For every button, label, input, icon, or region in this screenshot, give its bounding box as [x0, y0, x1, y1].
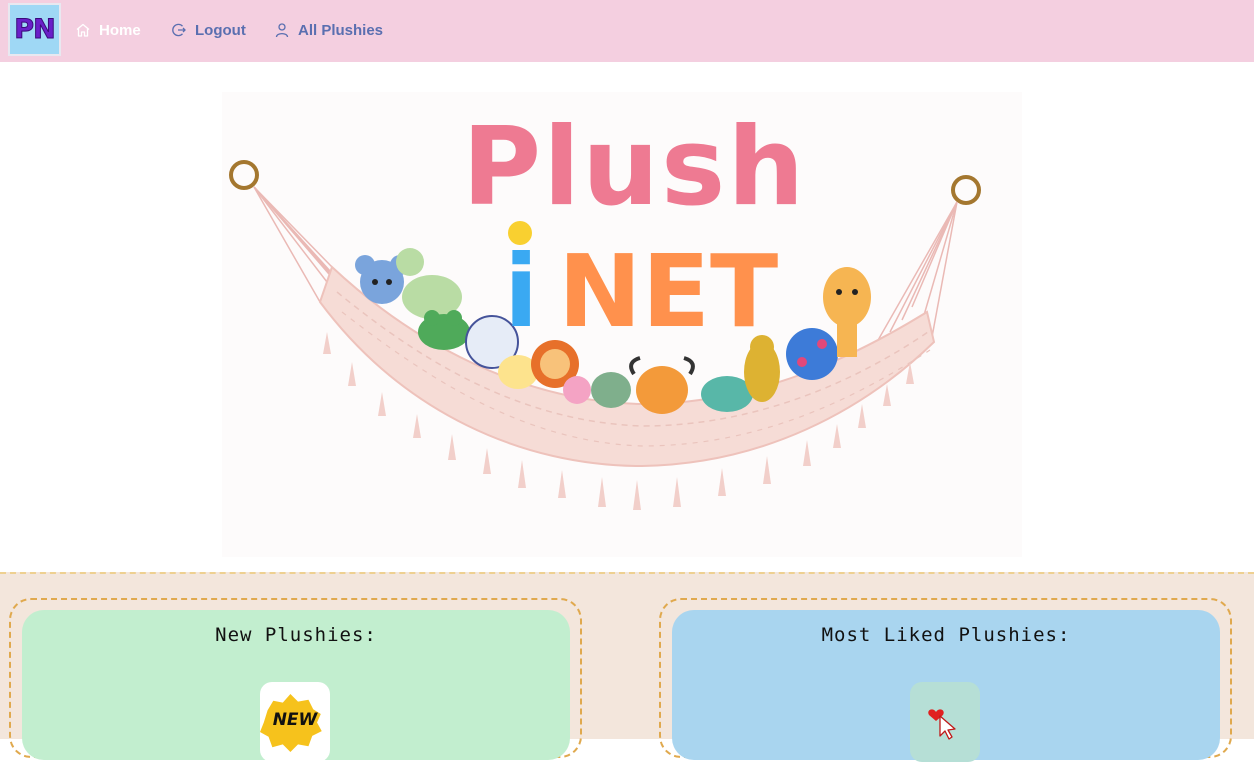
most-liked-frame: Most Liked Plushies: — [659, 598, 1232, 762]
new-badge-icon: NEW — [260, 694, 322, 752]
hero-banner: Plush i NET — [222, 92, 1022, 557]
most-liked-card[interactable] — [910, 682, 980, 762]
nav-all-plushies-label: All Plushies — [298, 21, 384, 39]
hero-illustration: Plush i NET — [229, 105, 981, 510]
brand-logo[interactable]: PN — [8, 3, 61, 56]
logout-icon — [172, 23, 186, 37]
hero-title-plush: Plush — [462, 105, 806, 230]
plushie-dino-green — [396, 248, 462, 319]
most-liked-panel: Most Liked Plushies: — [672, 610, 1220, 762]
brand-logo-text: PN — [14, 14, 56, 46]
hero-title-i-dot — [508, 221, 532, 245]
plushie-frog — [418, 310, 470, 350]
nav-all-plushies-link[interactable]: All Plushies — [274, 20, 383, 40]
home-icon — [76, 23, 90, 37]
new-plushies-title: New Plushies: — [215, 624, 377, 646]
new-plushies-frame: New Plushies: NEW — [9, 598, 582, 762]
nav-logout-label: Logout — [195, 21, 246, 39]
right-ring — [951, 175, 981, 205]
most-liked-title: Most Liked Plushies: — [821, 624, 1071, 646]
nav-home-link[interactable]: Home — [75, 20, 141, 40]
featured-section: New Plushies: NEW Most Liked Plushies: — [0, 572, 1254, 762]
navbar: PN Home Logout All Plushies — [0, 0, 1254, 62]
plushie-dragon-blue — [786, 328, 838, 380]
new-plushies-panel: New Plushies: NEW — [22, 610, 570, 762]
plushie-bear-green — [591, 372, 631, 408]
hero-title-net: NET — [558, 233, 778, 350]
plushie-octopus — [563, 376, 591, 404]
nav-logout-link[interactable]: Logout — [171, 20, 246, 40]
user-icon — [275, 23, 289, 38]
nav-home-label: Home — [99, 21, 141, 39]
new-plushie-card[interactable]: NEW — [260, 682, 330, 762]
hero-title-i: i — [504, 233, 538, 350]
heart-cursor-icon — [928, 709, 956, 740]
left-ring — [229, 160, 259, 190]
new-badge-text: NEW — [273, 710, 319, 730]
